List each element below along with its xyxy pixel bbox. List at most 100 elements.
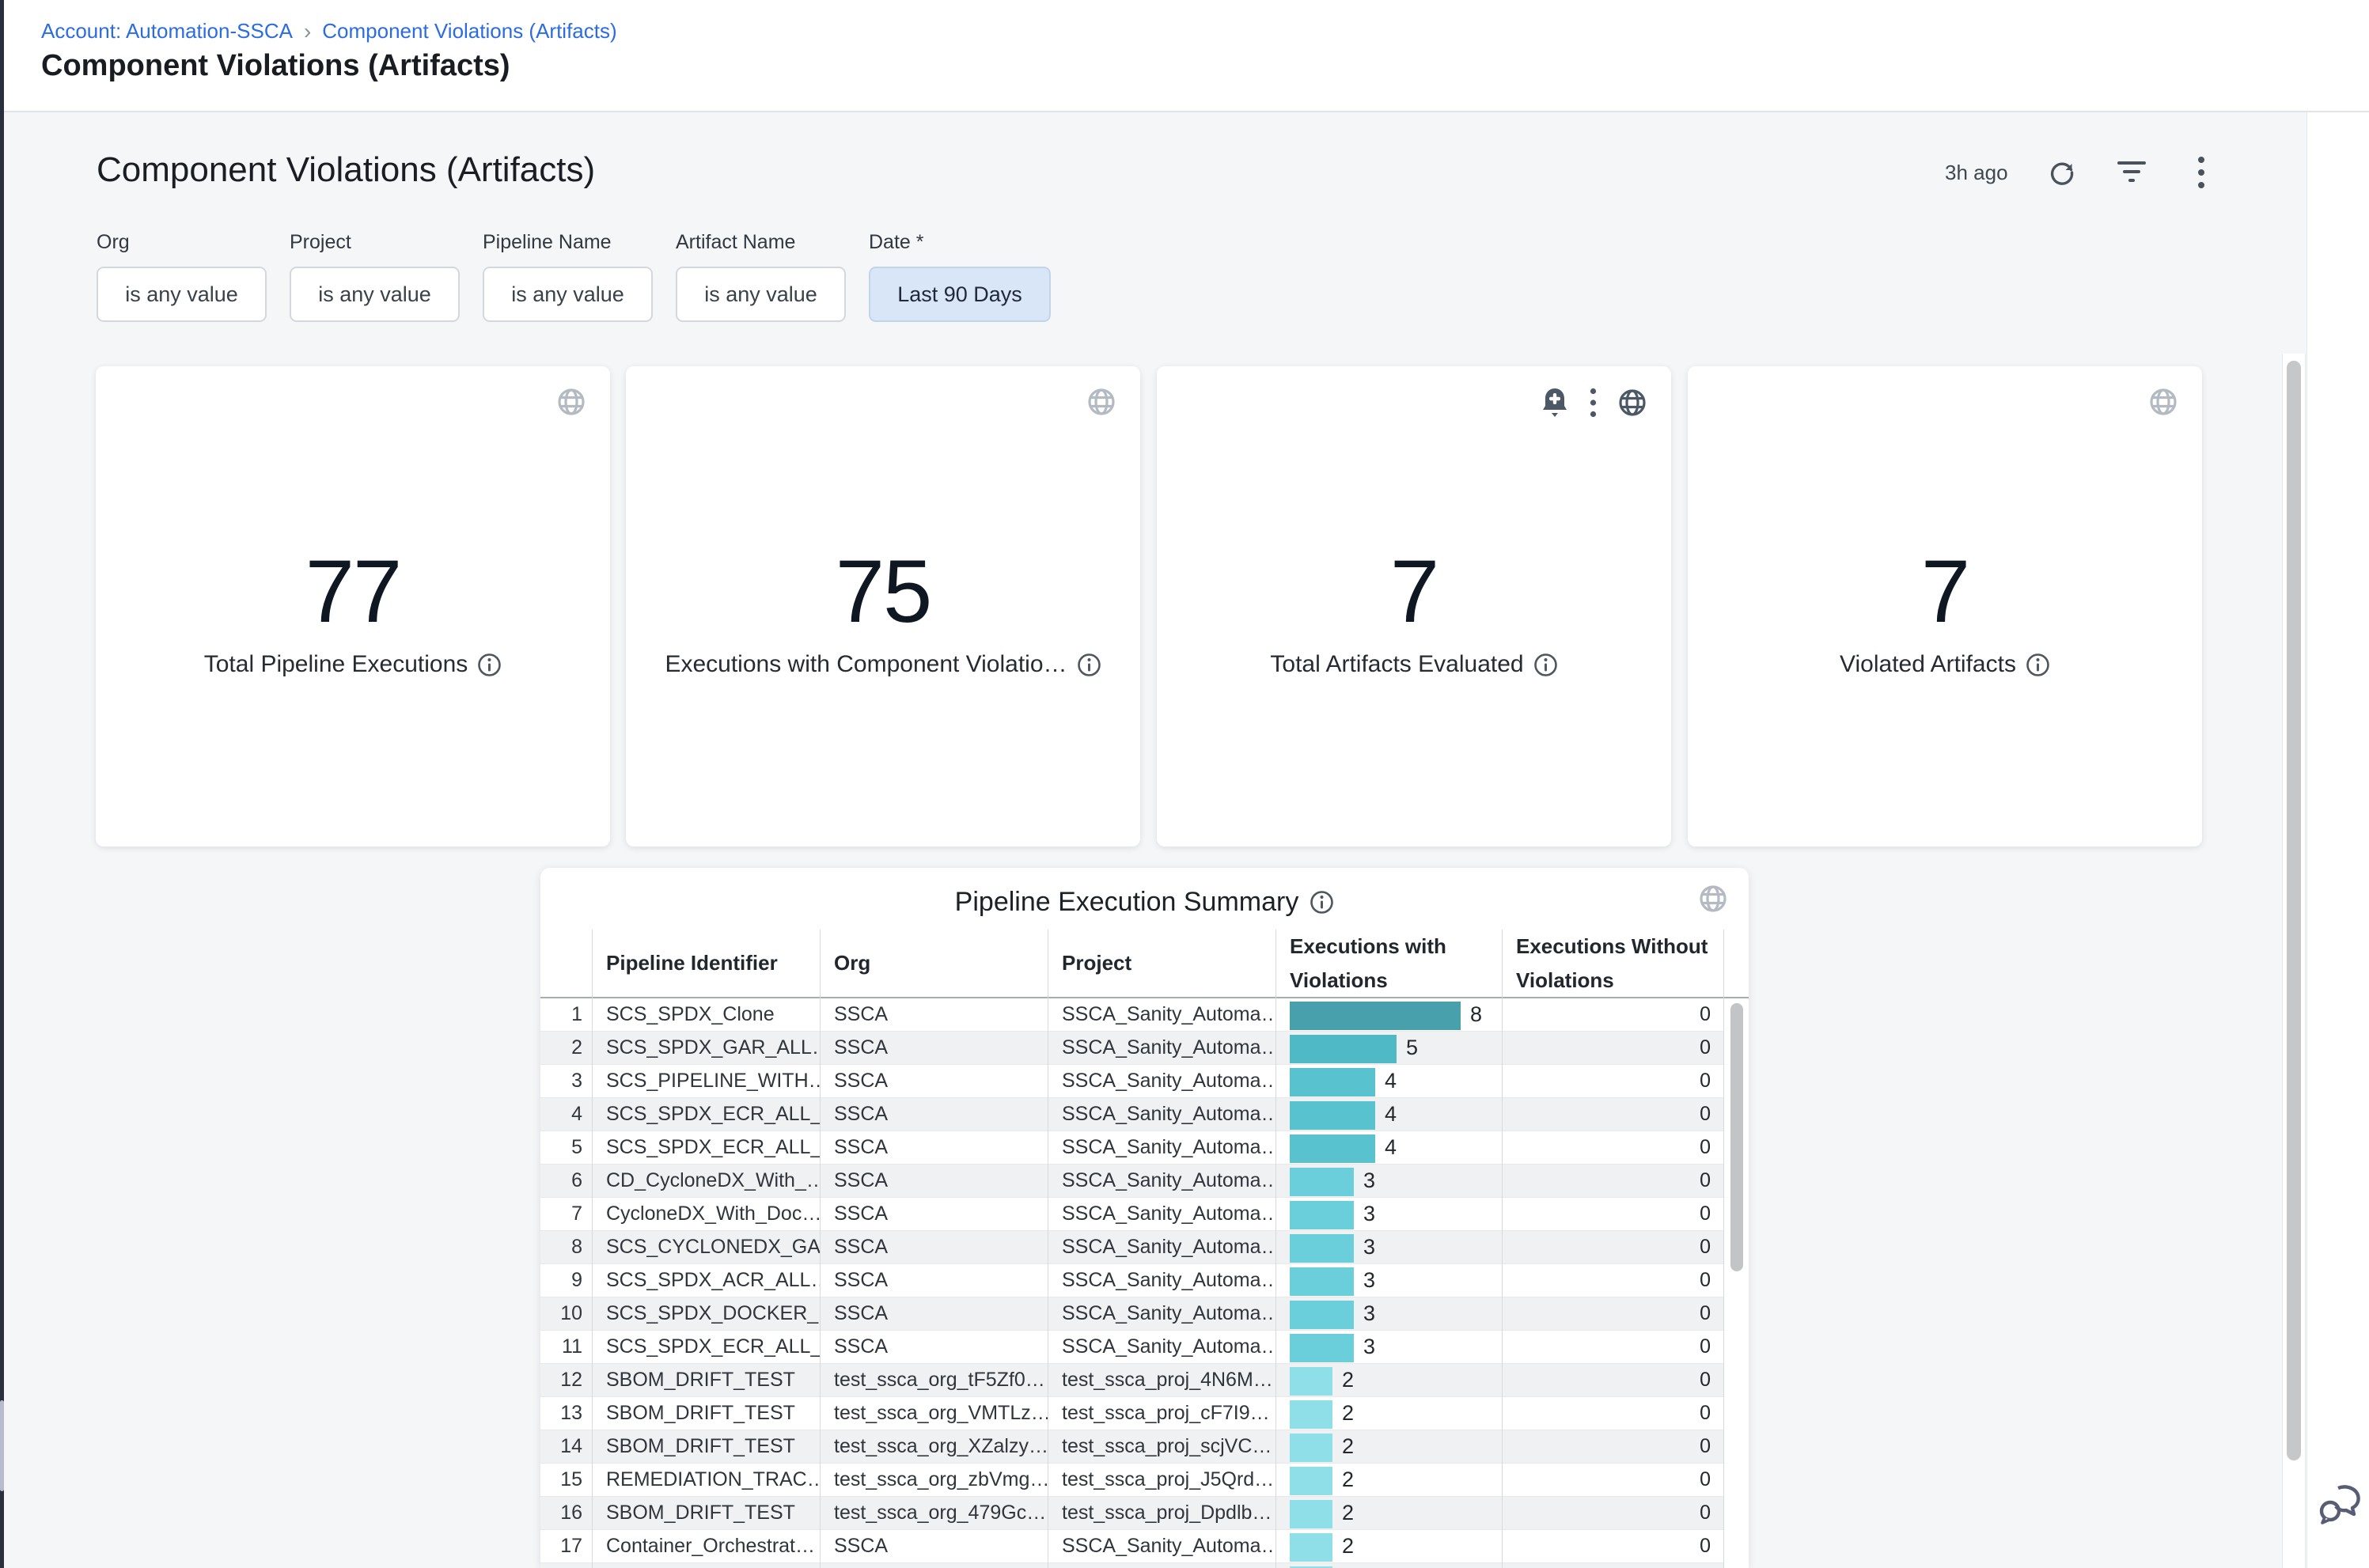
table-row[interactable]: 15 REMEDIATION_TRAC… test_ssca_org_zbVmg… [540,1464,1723,1497]
table-row[interactable]: 1 SCS_SPDX_Clone SSCA SSCA_Sanity_Automa… [540,998,1723,1032]
executions-with-violations-cell[interactable]: 2 [1275,1464,1502,1496]
executions-with-violations-cell[interactable]: 4 [1275,1098,1502,1131]
violations-bar[interactable] [1290,1168,1354,1196]
globe-icon[interactable] [1086,387,1116,417]
info-icon[interactable] [1077,653,1101,677]
filter-pipeline-name-value[interactable]: is any value [483,267,653,322]
pipeline-identifier-cell[interactable]: SCS_CYCLONEDX_GA… [592,1231,820,1263]
info-icon[interactable] [2026,653,2050,677]
pipeline-identifier-cell[interactable]: SBOM_DRIFT_TEST [592,1364,820,1396]
refresh-button[interactable] [2046,157,2078,188]
pipeline-identifier-cell[interactable]: SCS_SPDX_DOCKER_… [592,1297,820,1330]
pipeline-identifier-cell[interactable]: CD_CycloneDX_With_… [592,1165,820,1197]
table-scrollbar-thumb[interactable] [1730,1003,1743,1271]
violations-bar[interactable] [1290,1134,1375,1163]
violations-bar[interactable] [1290,1301,1354,1329]
column-header-project[interactable]: Project [1048,930,1275,997]
globe-icon[interactable] [1698,884,1728,914]
filter-org-value[interactable]: is any value [97,267,267,322]
pipeline-identifier-cell[interactable]: SCS_SPDX_ACR_ALL… [592,1264,820,1297]
alert-bell-icon[interactable] [1541,387,1569,419]
pipeline-identifier-cell[interactable]: SBOM_DRIFT_TEST [592,1430,820,1463]
pipeline-identifier-cell[interactable]: SCS_SPDX_ECR_ALL_… [592,1131,820,1164]
table-row[interactable]: 4 SCS_SPDX_ECR_ALL_… SSCA SSCA_Sanity_Au… [540,1098,1723,1131]
violations-bar[interactable] [1290,1201,1354,1229]
violations-bar[interactable] [1290,1500,1332,1528]
filter-project-value[interactable]: is any value [290,267,460,322]
executions-with-violations-cell[interactable]: 3 [1275,1231,1502,1263]
violations-bar[interactable] [1290,1234,1354,1263]
dashboard-menu-button[interactable] [2185,157,2217,188]
breadcrumb-current-link[interactable]: Component Violations (Artifacts) [322,19,616,44]
pipeline-identifier-cell[interactable]: SCS_PIPELINE_WITH… [592,1065,820,1097]
pipeline-identifier-cell[interactable]: SCS_SPDX_GAR_ALL… [592,1032,820,1064]
table-row[interactable]: 11 SCS_SPDX_ECR_ALL_… SSCA SSCA_Sanity_A… [540,1331,1723,1364]
info-icon[interactable] [477,653,502,677]
pipeline-identifier-cell[interactable]: REMEDIATION_TRAC… [592,1464,820,1496]
pipeline-identifier-cell[interactable]: SCS_SPDX_Clone [592,998,820,1031]
globe-icon[interactable] [2148,387,2178,417]
table-row-partial[interactable] [540,1563,1723,1568]
executions-with-violations-cell[interactable]: 3 [1275,1297,1502,1330]
table-row[interactable]: 2 SCS_SPDX_GAR_ALL… SSCA SSCA_Sanity_Aut… [540,1032,1723,1065]
table-row[interactable]: 8 SCS_CYCLONEDX_GA… SSCA SSCA_Sanity_Aut… [540,1231,1723,1264]
chat-help-button[interactable] [2314,1478,2369,1533]
dashboard-filters-button[interactable] [2116,157,2147,188]
pipeline-identifier-cell[interactable]: SBOM_DRIFT_TEST [592,1397,820,1430]
executions-with-violations-cell[interactable]: 2 [1275,1397,1502,1430]
globe-icon[interactable] [556,387,586,417]
pipeline-identifier-cell[interactable]: Container_Orchestrat… [592,1530,820,1562]
column-header-org[interactable]: Org [820,930,1048,997]
column-header-executions-with-violations[interactable]: Executions with Violations [1275,930,1481,997]
executions-with-violations-cell[interactable]: 3 [1275,1331,1502,1363]
table-row[interactable]: 12 SBOM_DRIFT_TEST test_ssca_org_tF5Zf0…… [540,1364,1723,1397]
globe-icon[interactable] [1617,388,1647,418]
violations-bar[interactable] [1290,1434,1332,1462]
pipeline-identifier-cell[interactable]: CycloneDX_With_Doc… [592,1198,820,1230]
table-row[interactable]: 9 SCS_SPDX_ACR_ALL… SSCA SSCA_Sanity_Aut… [540,1264,1723,1297]
breadcrumb-account-link[interactable]: Account: Automation-SSCA [41,19,293,44]
violations-bar[interactable] [1290,1035,1397,1063]
executions-with-violations-cell[interactable]: 8 [1275,998,1502,1031]
executions-with-violations-cell[interactable]: 2 [1275,1430,1502,1463]
violations-bar[interactable] [1290,1101,1375,1130]
table-row[interactable]: 14 SBOM_DRIFT_TEST test_ssca_org_XZalzy…… [540,1430,1723,1464]
info-icon[interactable] [1310,890,1334,915]
kebab-menu-icon[interactable] [1590,388,1597,418]
column-header-executions-without-violations[interactable]: Executions Without Violations [1502,930,1711,997]
table-row[interactable]: 3 SCS_PIPELINE_WITH… SSCA SSCA_Sanity_Au… [540,1065,1723,1098]
info-icon[interactable] [1533,653,1558,677]
table-row[interactable]: 6 CD_CycloneDX_With_… SSCA SSCA_Sanity_A… [540,1165,1723,1198]
executions-with-violations-cell[interactable]: 2 [1275,1364,1502,1396]
executions-with-violations-cell[interactable]: 3 [1275,1198,1502,1230]
violations-bar[interactable] [1290,1068,1375,1096]
violations-bar[interactable] [1290,1533,1332,1562]
left-edge-scroll-thumb[interactable] [0,1400,4,1491]
table-row[interactable]: 5 SCS_SPDX_ECR_ALL_… SSCA SSCA_Sanity_Au… [540,1131,1723,1165]
table-row[interactable]: 10 SCS_SPDX_DOCKER_… SSCA SSCA_Sanity_Au… [540,1297,1723,1331]
pipeline-identifier-cell[interactable]: SCS_SPDX_ECR_ALL_… [592,1331,820,1363]
executions-with-violations-cell[interactable] [1275,1563,1502,1568]
column-header-pipeline-identifier[interactable]: Pipeline Identifier [592,930,820,997]
violations-bar[interactable] [1290,1367,1332,1396]
pipeline-identifier-cell[interactable] [592,1563,820,1568]
table-row[interactable]: 13 SBOM_DRIFT_TEST test_ssca_org_VMTLz… … [540,1397,1723,1430]
executions-with-violations-cell[interactable]: 5 [1275,1032,1502,1064]
pipeline-identifier-cell[interactable]: SBOM_DRIFT_TEST [592,1497,820,1529]
table-row[interactable]: 17 Container_Orchestrat… SSCA SSCA_Sanit… [540,1530,1723,1563]
executions-with-violations-cell[interactable]: 2 [1275,1497,1502,1529]
executions-with-violations-cell[interactable]: 3 [1275,1264,1502,1297]
pipeline-identifier-cell[interactable]: SCS_SPDX_ECR_ALL_… [592,1098,820,1131]
executions-with-violations-cell[interactable]: 4 [1275,1065,1502,1097]
violations-bar[interactable] [1290,1002,1461,1030]
page-scrollbar-thumb[interactable] [2287,361,2301,1460]
filter-date-value[interactable]: Last 90 Days [869,267,1051,322]
violations-bar[interactable] [1290,1467,1332,1495]
table-row[interactable]: 16 SBOM_DRIFT_TEST test_ssca_org_479Gc… … [540,1497,1723,1530]
violations-bar[interactable] [1290,1267,1354,1296]
executions-with-violations-cell[interactable]: 2 [1275,1530,1502,1562]
violations-bar[interactable] [1290,1334,1354,1362]
filter-artifact-name-value[interactable]: is any value [676,267,846,322]
table-row[interactable]: 7 CycloneDX_With_Doc… SSCA SSCA_Sanity_A… [540,1198,1723,1231]
violations-bar[interactable] [1290,1400,1332,1429]
